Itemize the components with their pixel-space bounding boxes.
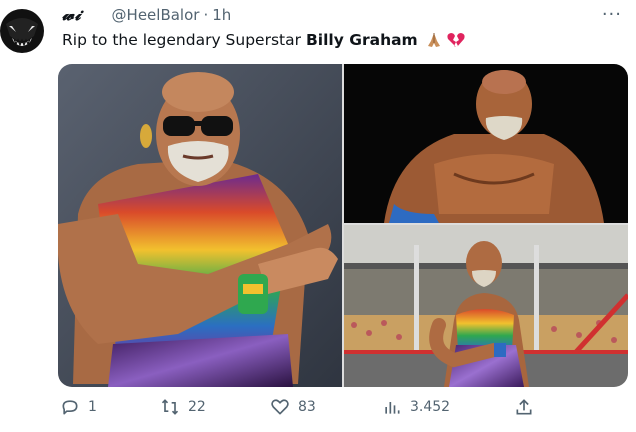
photo-1[interactable] [58,64,342,387]
media-grid [58,64,628,387]
broken-heart-emoji [447,33,465,47]
like-count: 83 [298,399,316,415]
timestamp[interactable]: 1h [212,6,231,24]
like-button[interactable]: 83 [270,397,316,417]
pray-emoji [427,33,440,47]
author-handle[interactable]: @HeelBalor [112,6,200,24]
author-name[interactable]: 𝔀𝓲 [62,5,82,25]
views-button[interactable]: 3.452 [382,397,450,417]
tweet-text: Rip to the legendary Superstar Billy Gra… [62,31,466,49]
reply-icon [62,400,78,415]
heart-icon [271,399,289,415]
photo-2[interactable] [344,64,628,223]
views-count: 3.452 [410,399,451,415]
retweet-icon [161,399,179,415]
tweet-actions: 1 22 83 3.452 [60,397,620,423]
share-icon [516,399,532,415]
reply-count: 1 [88,399,97,415]
reply-button[interactable]: 1 [60,397,97,417]
photo-3[interactable] [344,225,628,387]
avatar[interactable] [0,2,44,60]
more-options-icon[interactable]: ··· [602,4,622,25]
share-button[interactable] [514,397,534,417]
tweet-header: 𝔀𝓲 @HeelBalor · 1h [62,5,231,25]
tweet-text-plain: Rip to the legendary Superstar [62,31,301,49]
tweet-text-bold[interactable]: Billy Graham [306,31,418,49]
retweet-count: 22 [188,399,206,415]
analytics-icon [385,402,400,414]
retweet-button[interactable]: 22 [160,397,206,417]
separator-dot: · [203,6,209,24]
